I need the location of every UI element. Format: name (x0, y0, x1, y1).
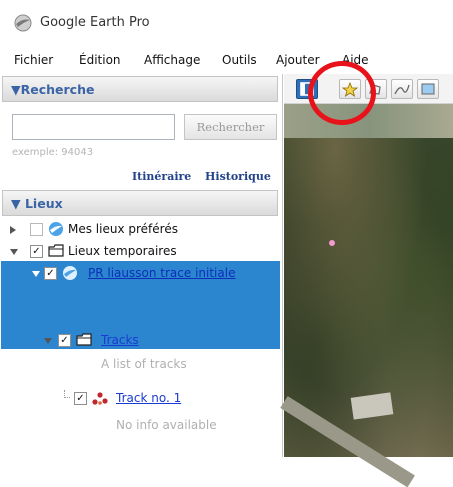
google-earth-icon (14, 14, 32, 32)
sidebar: ▼Recherche Rechercher exemple: 94043 Iti… (0, 74, 283, 457)
checkbox[interactable] (30, 223, 43, 236)
menu-view[interactable]: Affichage (144, 53, 200, 67)
list-item-label[interactable]: Track no. 1 (116, 391, 181, 405)
history-link[interactable]: Historique (205, 170, 271, 183)
list-item-label: Lieux temporaires (68, 244, 177, 258)
list-item-tracks[interactable]: ✓ Tracks (0, 330, 280, 350)
list-item-label[interactable]: PR liausson trace initiale (88, 266, 235, 280)
list-item-temporary-places[interactable]: ✓ Lieux temporaires (0, 241, 280, 261)
list-item-label: Mes lieux préférés (68, 222, 178, 236)
track-icon (92, 392, 108, 405)
add-overlay-button[interactable] (417, 79, 439, 99)
search-input[interactable] (12, 114, 175, 140)
placemark-pin-icon[interactable] (329, 240, 335, 246)
highlight-circle (308, 61, 376, 125)
checkbox[interactable]: ✓ (58, 334, 71, 347)
list-item-pr-liausson[interactable]: ✓ PR liausson trace initiale (0, 263, 280, 283)
places-panel-header[interactable]: ▼ Lieux (2, 190, 278, 216)
folder-icon (76, 333, 92, 346)
checkbox[interactable]: ✓ (44, 267, 57, 280)
expand-arrow-icon[interactable] (10, 226, 16, 234)
search-hint: exemple: 94043 (12, 147, 94, 158)
collapse-arrow-icon[interactable] (32, 271, 40, 277)
checkbox[interactable]: ✓ (74, 392, 87, 405)
collapse-arrow-icon[interactable] (44, 338, 52, 344)
list-item-description: A list of tracks (101, 357, 187, 371)
window-title: Google Earth Pro (40, 15, 150, 30)
search-panel-header[interactable]: ▼Recherche (2, 76, 278, 102)
menu-add[interactable]: Ajouter (276, 53, 320, 67)
add-path-button[interactable] (391, 79, 413, 99)
list-item-track-1[interactable]: ✓ Track no. 1 (0, 388, 280, 408)
list-item-description: No info available (116, 418, 217, 432)
menu-bar: Fichier Édition Affichage Outils Ajouter… (0, 46, 453, 74)
places-panel-title: ▼ Lieux (11, 196, 63, 211)
list-item-label[interactable]: Tracks (101, 333, 139, 347)
folder-icon (48, 244, 64, 257)
tree-connector (64, 390, 70, 398)
menu-edit[interactable]: Édition (79, 53, 121, 67)
add-path-icon (394, 84, 410, 95)
menu-tools[interactable]: Outils (222, 53, 257, 67)
menu-file[interactable]: Fichier (14, 53, 53, 67)
collapse-arrow-icon[interactable] (10, 249, 18, 255)
checkbox[interactable]: ✓ (30, 245, 43, 258)
list-item-my-places[interactable]: Mes lieux préférés (0, 219, 280, 239)
search-panel-title: ▼Recherche (11, 82, 95, 97)
directions-link[interactable]: Itinéraire (132, 170, 191, 183)
image-overlay-icon (421, 83, 435, 95)
globe-icon (49, 222, 63, 236)
title-bar: Google Earth Pro (0, 0, 453, 46)
search-button[interactable]: Rechercher (184, 114, 277, 140)
globe-icon (63, 266, 77, 280)
